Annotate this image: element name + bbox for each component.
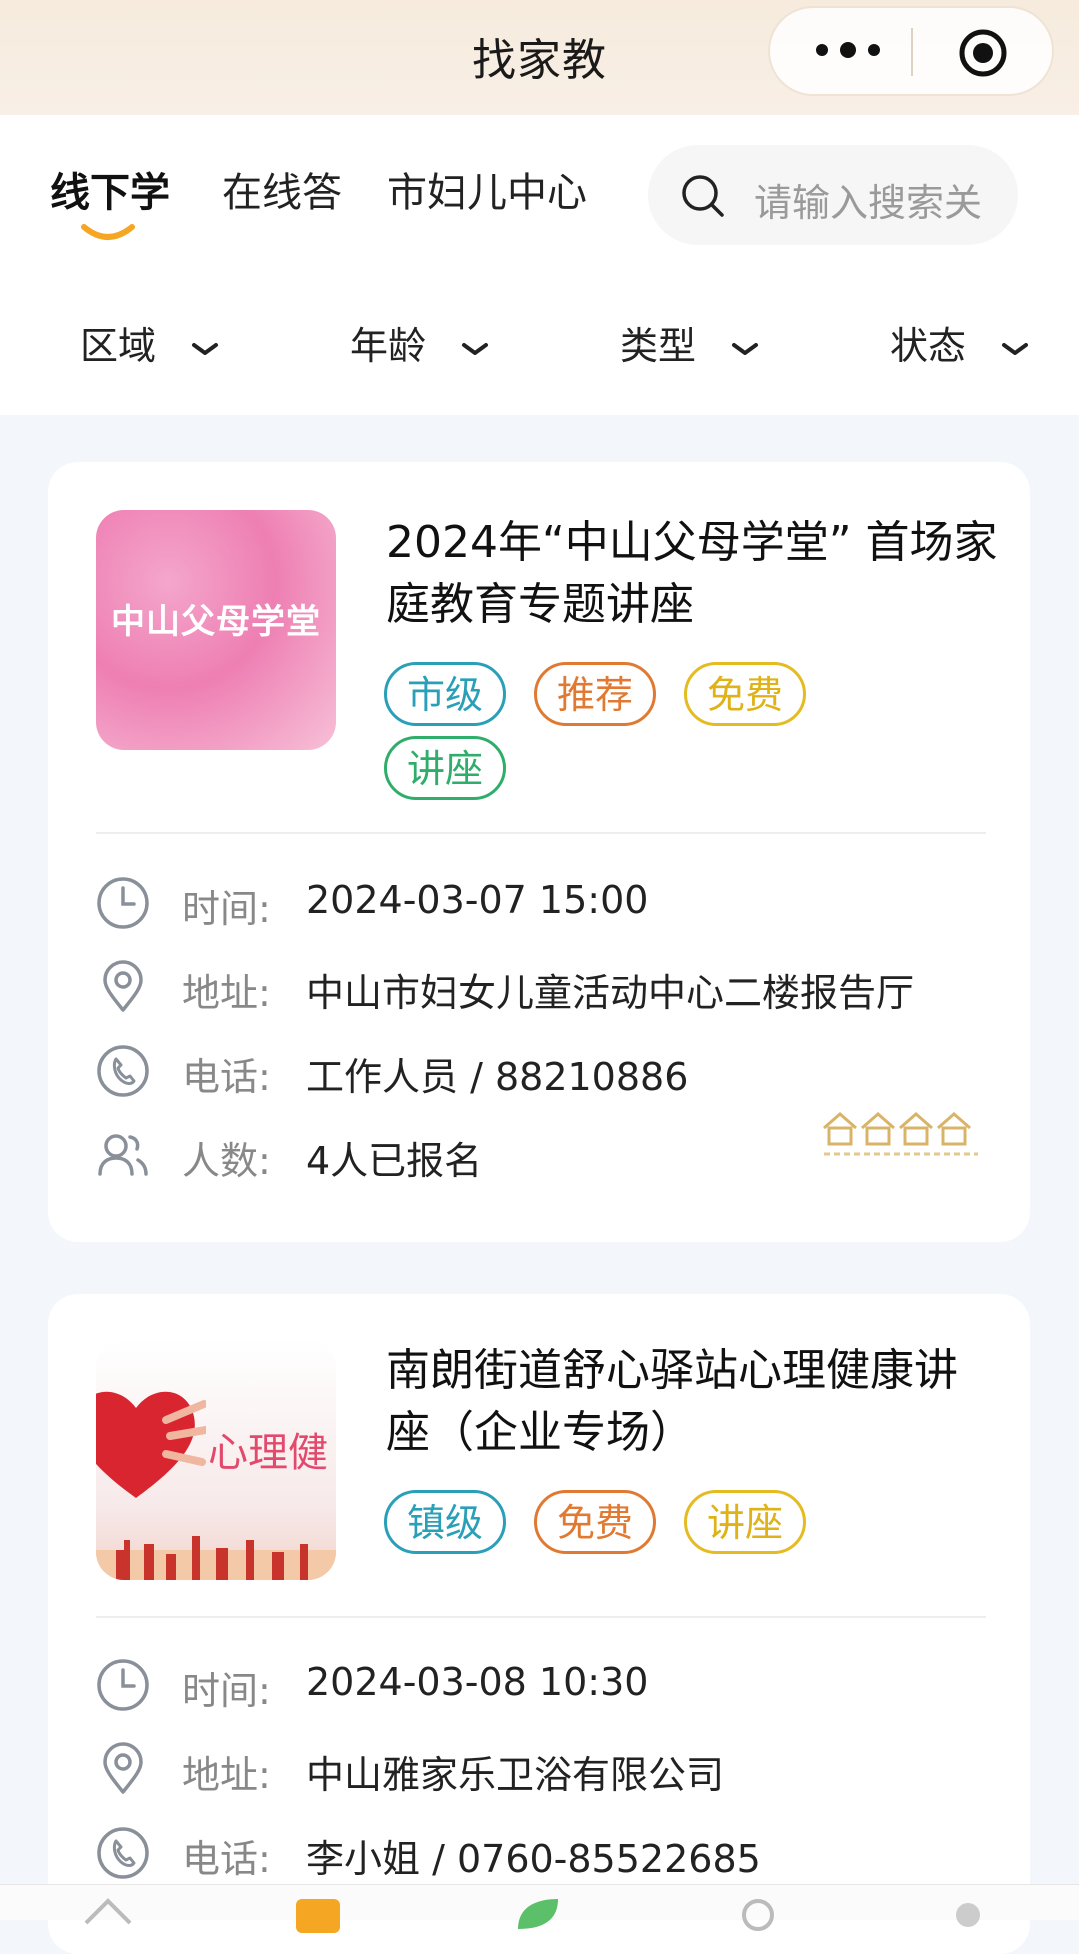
event-card[interactable]: 中山父母学堂 2024年“中山父母学堂” 首场家庭教育专题讲座 市级 推荐 免费… (48, 462, 1030, 1242)
count-label: 人数: (182, 1139, 271, 1183)
more-tab-icon[interactable] (940, 1893, 996, 1933)
filter-status-label: 状态 (890, 324, 967, 368)
tag-city-level: 市级 (384, 662, 507, 726)
city-skyline-illustration (96, 1536, 336, 1580)
orange-tab-icon[interactable] (290, 1893, 346, 1933)
time-value: 2024-03-08 10:30 (306, 1660, 649, 1704)
count-value: 4人已报名 (306, 1139, 483, 1183)
filter-age-label: 年龄 (350, 324, 427, 368)
event-thumbnail: 心理健 (96, 1340, 336, 1580)
filter-type-label: 类型 (620, 324, 697, 368)
capsule-divider (911, 28, 913, 76)
mini-program-capsule (768, 6, 1054, 96)
card-divider (96, 1616, 986, 1618)
address-label: 地址: (182, 1753, 271, 1797)
chevron-down-icon (462, 342, 489, 355)
home-tab-icon[interactable] (80, 1893, 136, 1933)
tab-women-children-center[interactable]: 市妇儿中心 (387, 160, 587, 218)
filter-region-label: 区域 (80, 324, 157, 368)
clock-icon (97, 877, 149, 929)
tag-free: 免费 (684, 662, 807, 726)
search-icon (682, 175, 724, 217)
bottom-tab-bar (0, 1884, 1079, 1933)
tab-offline[interactable]: 线下学 (50, 160, 170, 218)
tag-free: 免费 (534, 1490, 657, 1554)
top-bar: 找家教 (0, 0, 1079, 115)
tag-lecture: 讲座 (384, 736, 507, 800)
phone-value: 工作人员 / 88210886 (306, 1055, 689, 1099)
time-label: 时间: (182, 1669, 271, 1713)
address-label: 地址: (182, 971, 271, 1015)
tag-town-level: 镇级 (384, 1490, 507, 1554)
phone-icon (97, 1045, 149, 1097)
phone-label: 电话: (182, 1837, 271, 1881)
search-placeholder: 请输入搜索关 (754, 181, 983, 225)
chevron-down-icon (192, 342, 219, 355)
card-divider (96, 832, 986, 834)
thumbnail-text: 中山父母学堂 (111, 602, 321, 642)
heart-hands-illustration (96, 1391, 206, 1498)
event-thumbnail: 中山父母学堂 (96, 510, 336, 750)
search-box[interactable]: 请输入搜索关 (648, 145, 1018, 245)
tag-lecture: 讲座 (684, 1490, 807, 1554)
chevron-down-icon (732, 342, 759, 355)
phone-icon (97, 1827, 149, 1879)
time-label: 时间: (182, 887, 271, 931)
clock-icon (97, 1659, 149, 1711)
phone-value: 李小姐 / 0760-85522685 (306, 1837, 761, 1881)
close-program-icon[interactable] (958, 28, 1008, 78)
tab-online[interactable]: 在线答 (222, 160, 342, 218)
filter-age[interactable]: 年龄 (350, 315, 490, 370)
filter-type[interactable]: 类型 (620, 315, 760, 370)
event-title: 2024年“中山父母学堂” 首场家庭教育专题讲座 (386, 517, 998, 630)
location-pin-icon (103, 1742, 143, 1794)
users-icon (98, 1134, 148, 1176)
thumbnail-text: 心理健 (208, 1430, 328, 1476)
address-value: 中山雅家乐卫浴有限公司 (306, 1753, 725, 1797)
location-pin-icon (103, 960, 143, 1012)
event-title: 南朗街道舒心驿站心理健康讲座（企业专场） (386, 1345, 958, 1458)
profile-tab-icon[interactable] (730, 1893, 786, 1933)
phone-label: 电话: (182, 1055, 271, 1099)
filter-region[interactable]: 区域 (80, 315, 220, 370)
filter-status[interactable]: 状态 (890, 315, 1030, 370)
chevron-down-icon (1002, 342, 1029, 355)
tag-recommended: 推荐 (534, 662, 657, 726)
nav-panel: 线下学 在线答 市妇儿中心 请输入搜索关 区域 年龄 类型 状态 (0, 115, 1079, 415)
more-icon[interactable] (810, 35, 890, 65)
leaf-tab-icon[interactable] (510, 1893, 566, 1933)
houses-logo (823, 1112, 978, 1156)
time-value: 2024-03-07 15:00 (306, 878, 649, 922)
active-tab-indicator (81, 224, 135, 240)
event-card[interactable]: 心理健 南朗街道舒心驿站心理健康讲座（企业专场） 镇级 免费 讲座 时间: 20… (48, 1294, 1030, 1954)
address-value: 中山市妇女儿童活动中心二楼报告厅 (306, 971, 915, 1015)
